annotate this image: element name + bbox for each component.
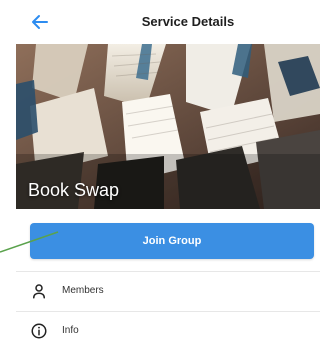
menu-item-members[interactable]: Members — [16, 272, 320, 310]
members-label: Members — [62, 285, 104, 296]
service-details-screen: Service Details Book Swap Join Group Mem… — [16, 0, 320, 352]
arrow-left-icon — [32, 15, 48, 29]
info-icon — [31, 323, 47, 339]
user-icon — [33, 284, 45, 299]
top-bar: Service Details — [16, 0, 320, 44]
join-group-button[interactable]: Join Group — [30, 223, 314, 259]
page-title: Service Details — [141, 14, 235, 29]
hero-image: Book Swap — [16, 44, 320, 209]
hero-title: Book Swap — [28, 180, 120, 200]
info-label: Info — [62, 325, 79, 336]
back-button[interactable] — [28, 10, 52, 34]
menu-item-info[interactable]: Info — [16, 312, 320, 350]
